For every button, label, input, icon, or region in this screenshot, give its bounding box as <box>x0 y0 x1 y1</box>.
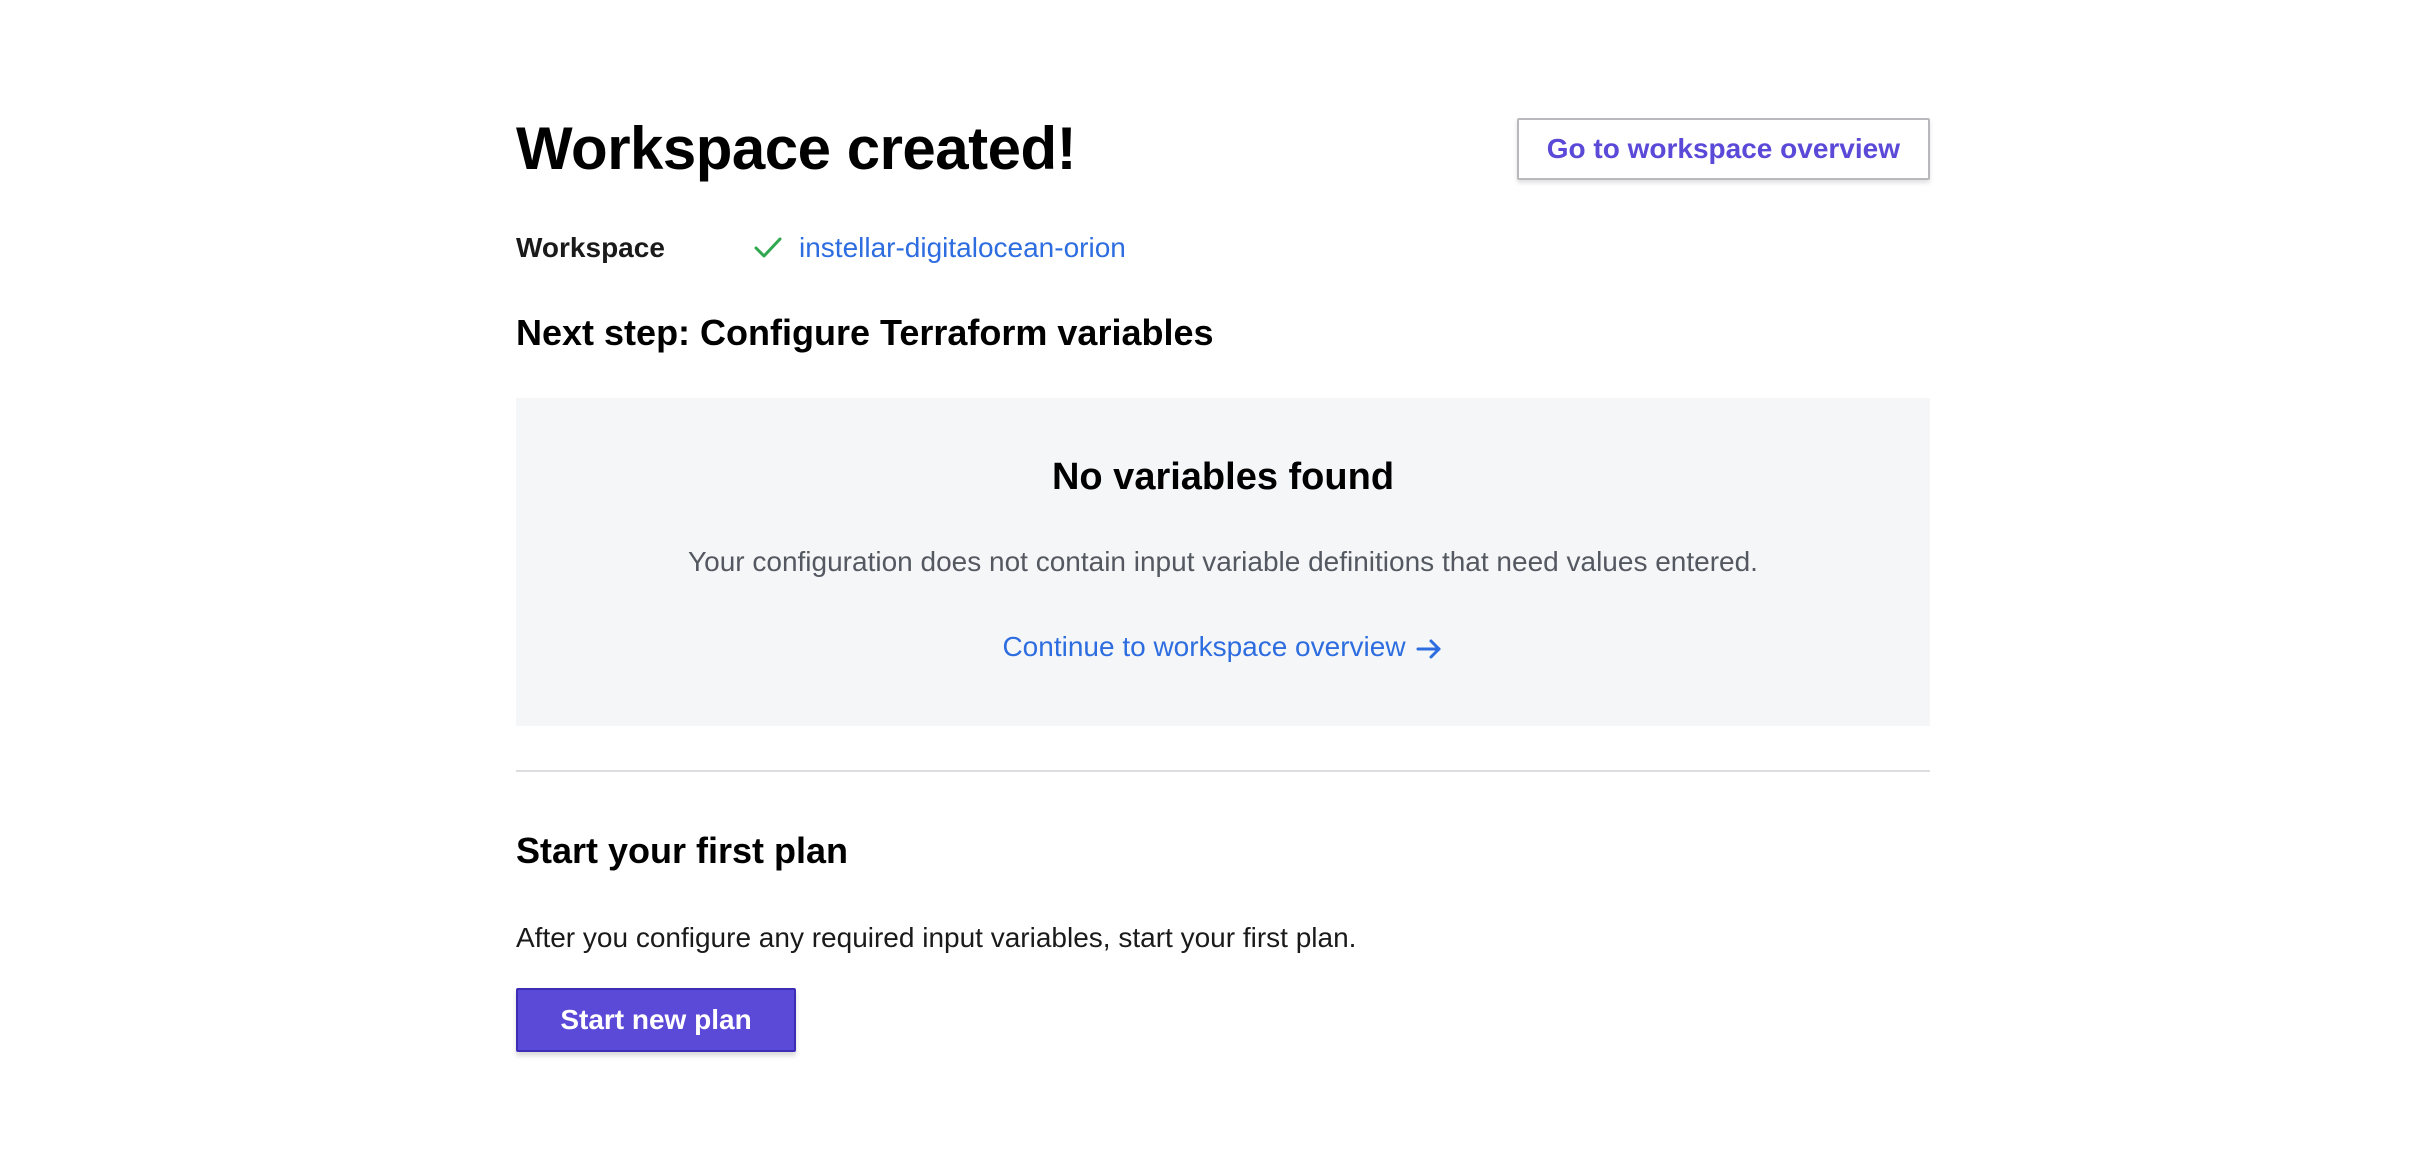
arrow-right-icon <box>1414 634 1444 664</box>
workspace-name-link[interactable]: instellar-digitalocean-orion <box>799 232 1126 264</box>
page-title: Workspace created! <box>516 115 1077 182</box>
empty-state-description: Your configuration does not contain inpu… <box>688 546 1758 577</box>
continue-link-label: Continue to workspace overview <box>1002 631 1406 662</box>
next-step-title: Next step: Configure Terraform variables <box>516 312 1214 353</box>
section-divider <box>516 770 1930 772</box>
workspace-row: Workspace instellar-digitalocean-orion <box>516 228 1126 268</box>
first-plan-description: After you configure any required input v… <box>516 922 1357 953</box>
start-new-plan-button[interactable]: Start new plan <box>516 988 796 1052</box>
workspace-label: Workspace <box>516 232 665 263</box>
continue-to-workspace-overview-link[interactable]: Continue to workspace overview <box>516 630 1930 664</box>
first-plan-title: Start your first plan <box>516 830 849 871</box>
page-header: Workspace created! Go to workspace overv… <box>516 112 1930 192</box>
page: Workspace created! Go to workspace overv… <box>0 0 2418 1170</box>
go-to-workspace-overview-button[interactable]: Go to workspace overview <box>1516 118 1930 180</box>
check-icon <box>751 231 785 265</box>
no-variables-panel: No variables found Your configuration do… <box>516 398 1930 726</box>
empty-state-title: No variables found <box>1051 456 1395 498</box>
